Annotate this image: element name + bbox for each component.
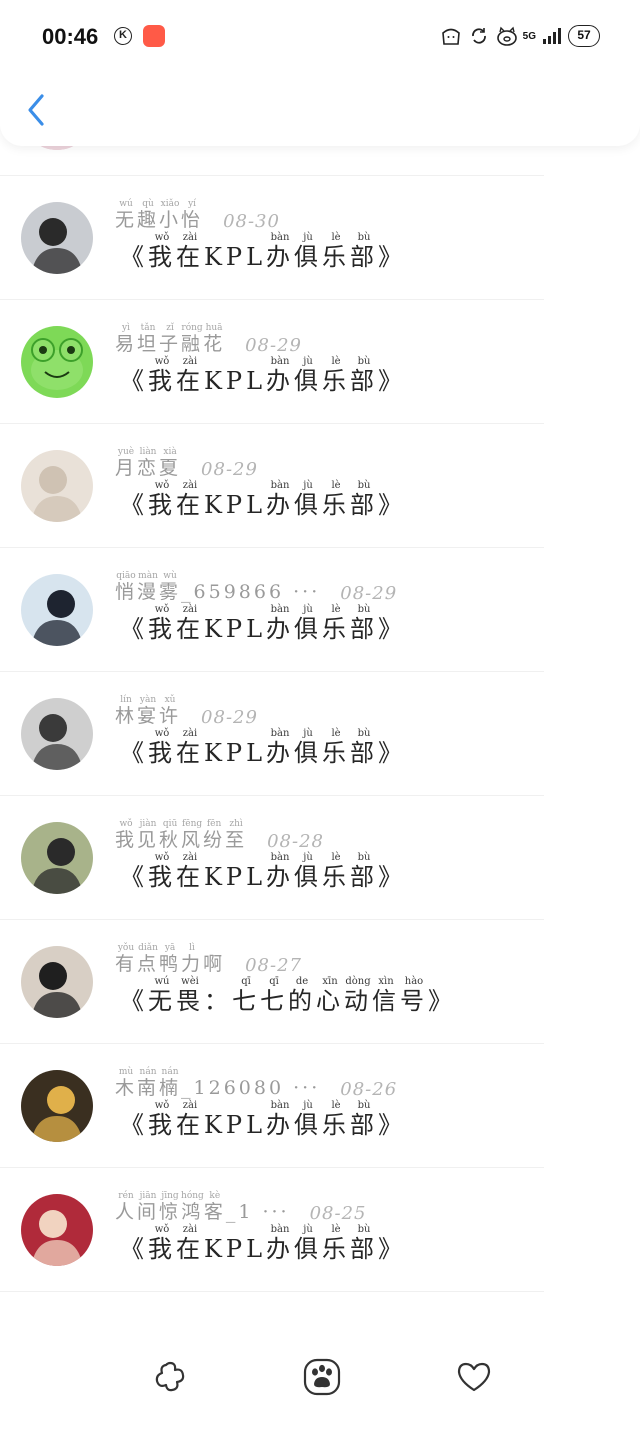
post-title[interactable]: 《 我wǒ在zàiKPL 办bàn俱jù乐lè部bù》	[120, 1100, 406, 1140]
post-date: 08-27	[245, 955, 302, 976]
chevron-left-icon[interactable]	[22, 92, 50, 128]
author-name: 月yuè恋liàn夏xià	[115, 447, 182, 479]
avatar[interactable]	[21, 946, 93, 1018]
author-line: 我wǒ见jiàn秋qiū风fēng纷fēn至zhì 08-28	[115, 819, 324, 852]
author-line: 人rén间jiān惊jīng鸿hóng客kè_1 ··· 08-25	[115, 1191, 367, 1224]
avatar[interactable]	[21, 202, 93, 274]
post-date: 08-29	[201, 707, 258, 728]
post-title-text: 《 我wǒ在zàiKPL 办bàn俱jù乐lè部bù》	[120, 1100, 407, 1139]
k-circle-icon: K	[114, 27, 132, 45]
list-item[interactable]: 我wǒ见jiàn秋qiū风fēng纷fēn至zhì 08-28 《 我wǒ在zàiK…	[0, 796, 640, 920]
post-date: 08-28	[267, 831, 324, 852]
status-icons: 5G 57	[439, 24, 600, 48]
heart-icon[interactable]	[454, 1357, 494, 1397]
battery-icon: 57	[568, 25, 600, 47]
author-name: 无wú趣qù小xiǎo怡yí	[115, 199, 204, 231]
post-date: 08-25	[309, 1203, 367, 1224]
avatar[interactable]	[21, 450, 93, 522]
post-title[interactable]: 《 无wú畏wèi： 七qī七qī的de心xīn动dòng信xìn号hào》	[120, 976, 456, 1016]
smile-bag-icon	[441, 28, 460, 45]
post-title-text: 《 我wǒ在zàiKPL 办bàn俱jù乐lè部bù》	[120, 356, 407, 395]
author-line: 木mù南nán楠nán_126080 ··· 08-26	[115, 1067, 398, 1100]
frog-avatar-icon[interactable]	[21, 326, 93, 398]
author-name: 林lín宴yàn许xǔ	[115, 695, 182, 727]
post-title[interactable]: 《 我wǒ在zàiKPL 办bàn俱jù乐lè部bù》	[120, 604, 406, 644]
post-date: 08-29	[340, 583, 398, 604]
post-title-text: 《 我wǒ在zàiKPL 办bàn俱jù乐lè部bù》	[120, 728, 407, 767]
post-title-text: 《 我wǒ在zàiKPL 办bàn俱jù乐lè部bù》	[120, 232, 407, 271]
list-item[interactable]: 人rén间jiān惊jīng鸿hóng客kè_1 ··· 08-25 《 我wǒ在…	[0, 1168, 640, 1292]
list-item[interactable]: 易yì坦tǎn子zǐ融róng花huā 08-29 《 我wǒ在zàiKPL 办bà…	[0, 300, 640, 424]
author-line: 悄qiāo漫màn雾wù_659866 ··· 08-29	[115, 571, 398, 604]
author-line: 月yuè恋liàn夏xià 08-29	[115, 447, 258, 480]
post-title[interactable]: 《 我wǒ在zàiKPL 办bàn俱jù乐lè部bù》	[120, 1224, 406, 1264]
header-bar: 00:46 K 5G 57	[0, 0, 640, 146]
post-title[interactable]: 《 我wǒ在zàiKPL 办bàn俱jù乐lè部bù》	[120, 232, 406, 272]
author-line: 林lín宴yàn许xǔ 08-29	[115, 695, 258, 728]
signal-icon	[543, 28, 561, 44]
post-title-text: 《 无wú畏wèi： 七qī七qī的de心xīn动dòng信xìn号hào》	[120, 976, 456, 1015]
author-line: 无wú趣qù小xiǎo怡yí 08-30	[115, 199, 280, 232]
paw-icon[interactable]	[302, 1357, 342, 1397]
author-name: 人rén间jiān惊jīng鸿hóng客kè_1 ···	[115, 1191, 290, 1223]
avatar[interactable]	[21, 1070, 93, 1142]
dynamic-list: 三 三 三 《 我wǒ在zàiKPL 办bàn俱jù乐lè部bù》 无wú趣qù…	[0, 78, 640, 1292]
post-title-text: 《 我wǒ在zàiKPL 办bàn俱jù乐lè部bù》	[120, 1224, 407, 1263]
post-date: 08-26	[340, 1079, 398, 1100]
avatar[interactable]	[21, 1194, 93, 1266]
list-item[interactable]: 悄qiāo漫màn雾wù_659866 ··· 08-29 《 我wǒ在zàiKP…	[0, 548, 640, 672]
avatar[interactable]	[21, 698, 93, 770]
post-title[interactable]: 《 我wǒ在zàiKPL 办bàn俱jù乐lè部bù》	[120, 852, 406, 892]
post-title[interactable]: 《 我wǒ在zàiKPL 办bàn俱jù乐lè部bù》	[120, 356, 406, 396]
pig-icon	[496, 26, 517, 46]
author-name: 我wǒ见jiàn秋qiū风fēng纷fēn至zhì	[115, 819, 248, 851]
list-item[interactable]: 无wú趣qù小xiǎo怡yí 08-30 《 我wǒ在zàiKPL 办bàn俱jù乐…	[0, 176, 640, 300]
author-name: 木mù南nán楠nán_126080 ···	[115, 1067, 321, 1099]
post-title[interactable]: 《 我wǒ在zàiKPL 办bàn俱jù乐lè部bù》	[120, 728, 406, 768]
list-item[interactable]: 月yuè恋liàn夏xià 08-29 《 我wǒ在zàiKPL 办bàn俱jù乐l…	[0, 424, 640, 548]
author-name: 有yǒu点diǎn鸭yā力lì啊	[115, 943, 226, 975]
avatar[interactable]	[21, 574, 93, 646]
post-date: 08-29	[201, 459, 258, 480]
list-item[interactable]: 木mù南nán楠nán_126080 ··· 08-26 《 我wǒ在zàiKPL…	[0, 1044, 640, 1168]
post-title[interactable]: 《 我wǒ在zàiKPL 办bàn俱jù乐lè部bù》	[120, 480, 406, 520]
author-line: 有yǒu点diǎn鸭yā力lì啊 08-27	[115, 943, 302, 976]
post-title-text: 《 我wǒ在zàiKPL 办bàn俱jù乐lè部bù》	[120, 604, 407, 643]
post-date: 08-30	[223, 211, 280, 232]
sync-icon	[471, 28, 486, 44]
status-time: 00:46	[42, 24, 99, 49]
list-item[interactable]: 林lín宴yàn许xǔ 08-29 《 我wǒ在zàiKPL 办bàn俱jù乐lè部…	[0, 672, 640, 796]
post-title-text: 《 我wǒ在zàiKPL 办bàn俱jù乐lè部bù》	[120, 852, 407, 891]
network-label: 5G	[522, 30, 536, 42]
author-name: 易yì坦tǎn子zǐ融róng花huā	[115, 323, 226, 355]
author-name: 悄qiāo漫màn雾wù_659866 ···	[115, 571, 321, 603]
bottom-tab-bar	[0, 1341, 640, 1429]
list-item[interactable]: 有yǒu点diǎn鸭yā力lì啊 08-27 《 无wú畏wèi： 七qī七qī的…	[0, 920, 640, 1044]
flower-icon[interactable]	[150, 1357, 190, 1397]
author-line: 易yì坦tǎn子zǐ融róng花huā 08-29	[115, 323, 302, 356]
post-title-text: 《 我wǒ在zàiKPL 办bàn俱jù乐lè部bù》	[120, 480, 407, 519]
app-icon	[143, 25, 165, 47]
avatar[interactable]	[21, 822, 93, 894]
divider	[0, 1291, 544, 1292]
post-date: 08-29	[245, 335, 302, 356]
